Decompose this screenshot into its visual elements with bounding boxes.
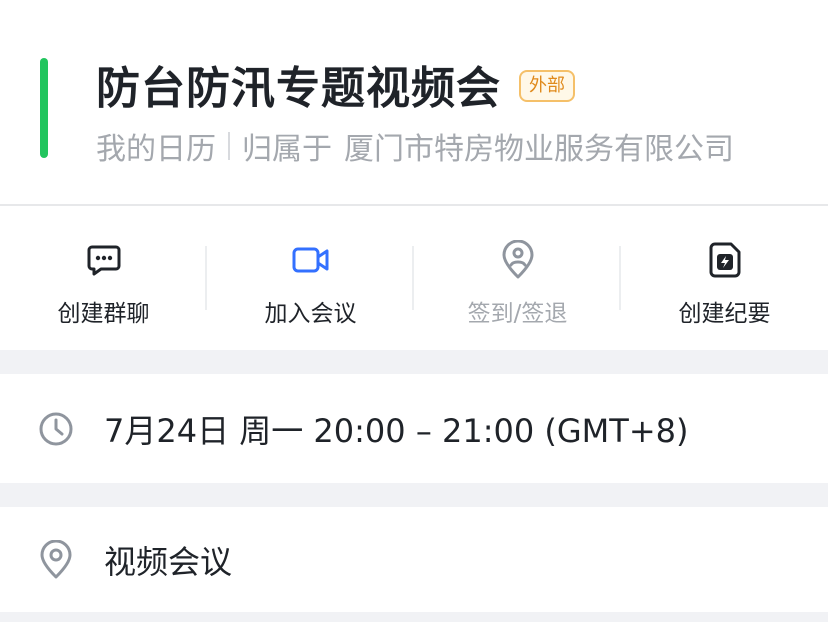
join-meeting-label: 加入会议 xyxy=(264,301,357,327)
event-location-text: 视频会议 xyxy=(104,542,233,581)
clock-icon xyxy=(36,409,76,449)
owner-name: 厦门市特房物业服务有限公司 xyxy=(344,132,734,167)
event-time-row: 7月24日 周一 20:00 – 21:00 (GMT+8) xyxy=(0,374,828,483)
event-header: 防台防汛专题视频会 外部 我的日历 归属于 厦门市特房物业服务有限公司 xyxy=(0,0,828,206)
calendar-name[interactable]: 我的日历 xyxy=(96,124,216,168)
join-meeting-button[interactable]: 加入会议 xyxy=(207,206,414,350)
video-camera-icon xyxy=(291,240,331,280)
create-group-chat-button[interactable]: 创建群聊 xyxy=(0,206,207,350)
check-in-label: 签到/签退 xyxy=(467,301,568,327)
create-notes-label: 创建纪要 xyxy=(678,301,771,327)
event-detail-page: 防台防汛专题视频会 外部 我的日历 归属于 厦门市特房物业服务有限公司 创建群聊 xyxy=(0,0,828,622)
chat-icon xyxy=(84,240,124,280)
notes-icon xyxy=(705,240,745,280)
subtitle-divider xyxy=(228,132,230,160)
location-pin-icon xyxy=(36,539,76,580)
event-location-row: 视频会议 xyxy=(0,507,828,612)
event-title: 防台防汛专题视频会 xyxy=(96,63,501,114)
section-gap xyxy=(0,483,828,507)
title-row: 防台防汛专题视频会 外部 xyxy=(96,52,575,116)
section-gap xyxy=(0,612,828,622)
check-in-button[interactable]: 签到/签退 xyxy=(414,206,621,350)
calendar-color-bar xyxy=(40,58,48,158)
action-bar: 创建群聊 加入会议 签到/签退 创建纪要 xyxy=(0,206,828,350)
owner-prefix: 归属于 xyxy=(242,132,332,167)
create-notes-button[interactable]: 创建纪要 xyxy=(621,206,828,350)
external-badge: 外部 xyxy=(519,70,575,102)
event-time-text: 7月24日 周一 20:00 – 21:00 (GMT+8) xyxy=(104,411,689,450)
create-group-chat-label: 创建群聊 xyxy=(57,301,150,327)
event-subtitle: 我的日历 归属于 厦门市特房物业服务有限公司 xyxy=(96,124,734,168)
location-checkin-icon xyxy=(498,240,538,280)
section-gap xyxy=(0,350,828,374)
